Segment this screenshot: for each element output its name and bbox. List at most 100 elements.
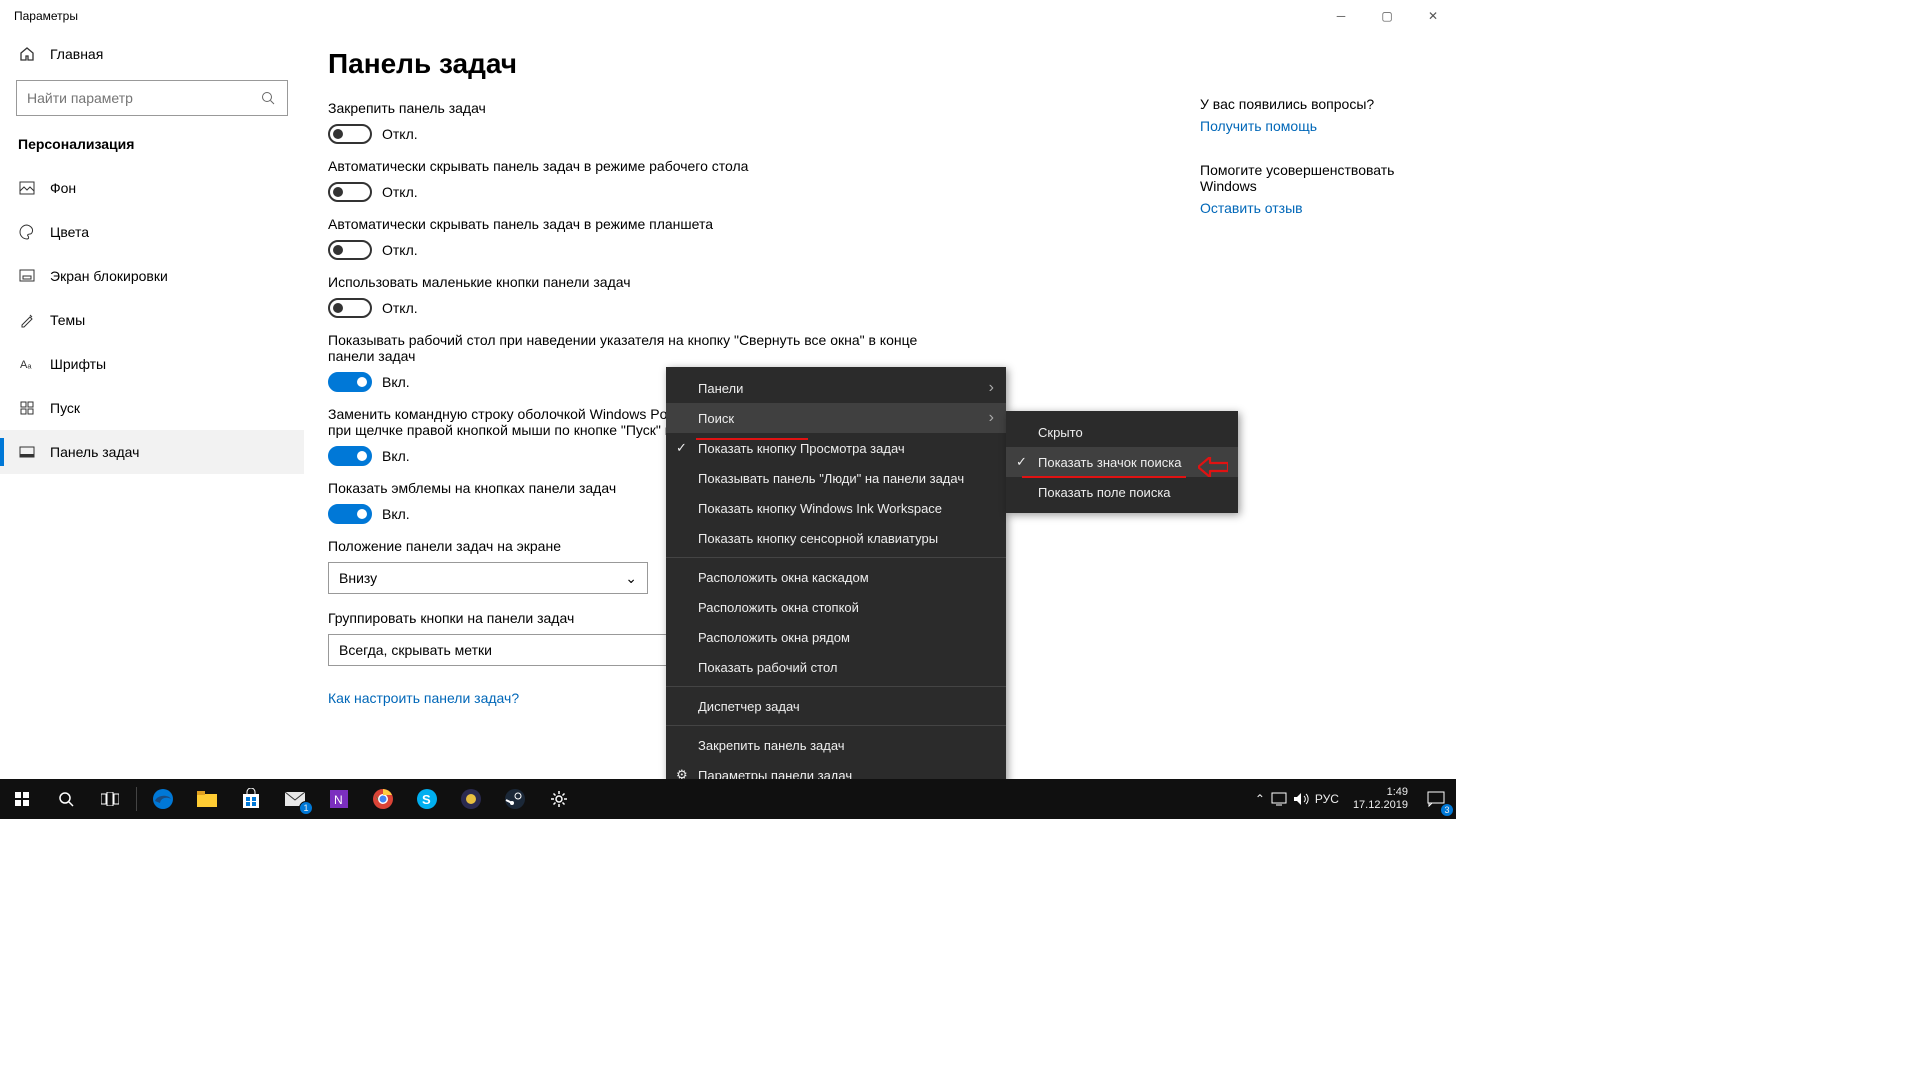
help-link[interactable]: Как настроить панели задач? — [328, 690, 519, 706]
context-menu-item[interactable]: Скрыто — [1006, 417, 1238, 447]
chevron-down-icon: ⌄ — [625, 570, 637, 587]
feedback-link[interactable]: Оставить отзыв — [1200, 200, 1420, 216]
context-menu-item[interactable]: Показать рабочий стол — [666, 652, 1006, 682]
taskbar-clock[interactable]: 1:49 17.12.2019 — [1345, 786, 1416, 812]
sidebar-item-label: Пуск — [50, 400, 80, 416]
window-title: Параметры — [14, 9, 1318, 23]
close-button[interactable]: ✕ — [1410, 0, 1456, 32]
aside-improve: Помогите усовершенствовать Windows — [1200, 162, 1420, 194]
combo-value: Внизу — [339, 570, 377, 586]
context-menu-item[interactable]: Расположить окна стопкой — [666, 592, 1006, 622]
tray-volume-icon[interactable] — [1293, 792, 1309, 806]
context-menu-item[interactable]: Расположить окна каскадом — [666, 562, 1006, 592]
taskbar-position-combo[interactable]: Внизу ⌄ — [328, 562, 648, 594]
sidebar-item-themes[interactable]: Темы — [0, 298, 304, 342]
toggle-switch[interactable] — [328, 446, 372, 466]
sidebar-item-colors[interactable]: Цвета — [0, 210, 304, 254]
taskbar-app-chrome[interactable] — [361, 779, 405, 819]
toggle-switch[interactable] — [328, 298, 372, 318]
lockscreen-icon — [18, 267, 36, 285]
search-taskbar-button[interactable] — [44, 779, 88, 819]
taskview-button[interactable] — [88, 779, 132, 819]
taskbar-app-settings[interactable] — [537, 779, 581, 819]
action-center-button[interactable]: 3 — [1416, 779, 1456, 819]
taskbar-app-onenote[interactable]: N — [317, 779, 361, 819]
context-menu-item[interactable]: Поиск — [666, 403, 1006, 433]
search-input-container[interactable] — [16, 80, 288, 116]
system-tray[interactable]: ⌃ РУС — [1249, 792, 1345, 806]
context-menu-item[interactable]: Панели — [666, 373, 1006, 403]
toggle-state: Откл. — [382, 184, 418, 200]
annotation-arrow — [1198, 457, 1228, 477]
tray-chevron-icon[interactable]: ⌃ — [1255, 792, 1265, 806]
context-menu-item[interactable]: Показать кнопку сенсорной клавиатуры — [666, 523, 1006, 553]
toggle-switch[interactable] — [328, 240, 372, 260]
toggle-switch[interactable] — [328, 182, 372, 202]
sidebar-category: Персонализация — [0, 128, 304, 166]
start-icon — [18, 399, 36, 417]
sidebar-item-label: Темы — [50, 312, 85, 328]
context-menu-item[interactable]: Показать кнопку Windows Ink Workspace — [666, 493, 1006, 523]
sidebar-home-label: Главная — [50, 46, 103, 62]
context-menu-item[interactable]: Показывать панель "Люди" на панели задач — [666, 463, 1006, 493]
page-title: Панель задач — [328, 48, 1456, 80]
sidebar-home[interactable]: Главная — [0, 32, 304, 76]
sidebar-item-label: Шрифты — [50, 356, 106, 372]
toggle-label: Использовать маленькие кнопки панели зад… — [328, 274, 928, 290]
window-titlebar: Параметры ─ ▢ ✕ — [0, 0, 1456, 32]
toggle-state: Откл. — [382, 242, 418, 258]
toggle-state: Откл. — [382, 126, 418, 142]
search-input[interactable] — [27, 90, 261, 106]
tray-language[interactable]: РУС — [1315, 792, 1339, 806]
toggle-switch[interactable] — [328, 124, 372, 144]
sidebar-item-label: Панель задач — [50, 444, 139, 460]
toggle-label: Показывать рабочий стол при наведении ук… — [328, 332, 928, 364]
context-menu-item[interactable]: Закрепить панель задач — [666, 730, 1006, 760]
sidebar-item-label: Экран блокировки — [50, 268, 168, 284]
sidebar-item-lockscreen[interactable]: Экран блокировки — [0, 254, 304, 298]
aside-question: У вас появились вопросы? — [1200, 96, 1420, 112]
taskbar-app-mail[interactable]: 1 — [273, 779, 317, 819]
clock-date: 17.12.2019 — [1353, 799, 1408, 812]
toggle-state: Вкл. — [382, 506, 410, 522]
sidebar-item-taskbar[interactable]: Панель задач — [0, 430, 304, 474]
search-icon — [261, 91, 277, 105]
context-menu-item[interactable]: Диспетчер задач — [666, 691, 1006, 721]
background-icon — [18, 179, 36, 197]
toggle-label: Автоматически скрывать панель задач в ре… — [328, 216, 928, 232]
notif-count: 3 — [1440, 803, 1454, 817]
aside-help: У вас появились вопросы? Получить помощь… — [1200, 96, 1420, 244]
toggle-label: Закрепить панель задач — [328, 100, 928, 116]
toggle-switch[interactable] — [328, 372, 372, 392]
taskbar-app-skype[interactable]: S — [405, 779, 449, 819]
taskbar-context-menu: ПанелиПоискПоказать кнопку Просмотра зад… — [666, 367, 1006, 796]
annotation-underline — [696, 438, 808, 440]
sidebar-item-label: Фон — [50, 180, 76, 196]
annotation-underline — [1022, 476, 1186, 478]
taskbar-app-store[interactable] — [229, 779, 273, 819]
themes-icon — [18, 311, 36, 329]
start-button[interactable] — [0, 779, 44, 819]
sidebar-item-start[interactable]: Пуск — [0, 386, 304, 430]
toggle-state: Вкл. — [382, 448, 410, 464]
svg-text:S: S — [422, 792, 431, 807]
sidebar-item-fonts[interactable]: Aₐ Шрифты — [0, 342, 304, 386]
taskbar-app-edge[interactable] — [141, 779, 185, 819]
tray-display-icon[interactable] — [1271, 792, 1287, 806]
home-icon — [18, 45, 36, 63]
toggle-label: Автоматически скрывать панель задач в ре… — [328, 158, 928, 174]
minimize-button[interactable]: ─ — [1318, 0, 1364, 32]
settings-sidebar: Главная Персонализация Фон Цвета Экран б… — [0, 32, 304, 779]
maximize-button[interactable]: ▢ — [1364, 0, 1410, 32]
get-help-link[interactable]: Получить помощь — [1200, 118, 1420, 134]
taskbar-app-steam[interactable] — [493, 779, 537, 819]
taskbar-app-generic1[interactable] — [449, 779, 493, 819]
taskbar-app-explorer[interactable] — [185, 779, 229, 819]
toggle-state: Откл. — [382, 300, 418, 316]
taskbar-group-combo[interactable]: Всегда, скрывать метки ⌄ — [328, 634, 688, 666]
sidebar-item-background[interactable]: Фон — [0, 166, 304, 210]
context-menu-item[interactable]: Показать поле поиска — [1006, 477, 1238, 507]
windows-taskbar: 1 N S ⌃ РУС 1:49 17.12.2019 3 — [0, 779, 1456, 819]
toggle-switch[interactable] — [328, 504, 372, 524]
context-menu-item[interactable]: Расположить окна рядом — [666, 622, 1006, 652]
